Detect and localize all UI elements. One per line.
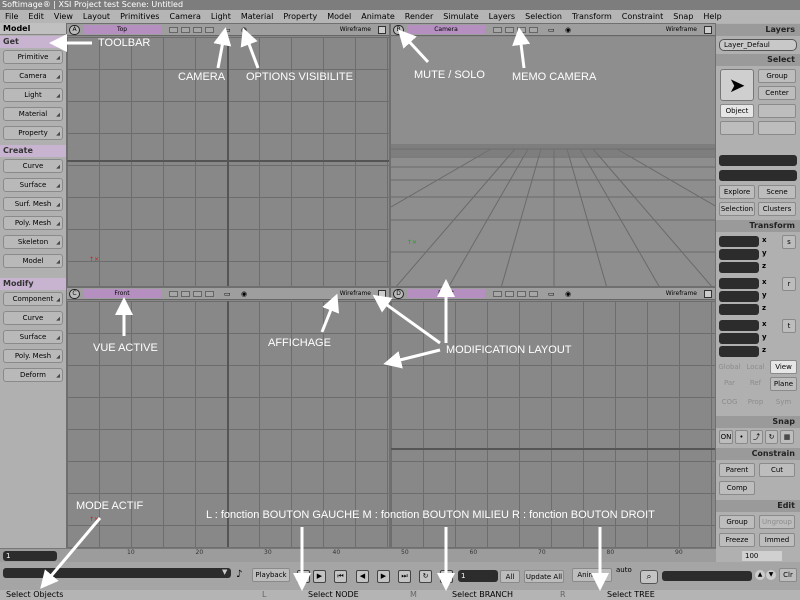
annotation-camera: CAMERA	[178, 71, 226, 83]
annotation-display: AFFICHAGE	[268, 337, 331, 349]
annotation-options: OPTIONS VISIBILITE	[246, 71, 353, 83]
annotation-buttons: L : fonction BOUTON GAUCHE M : fonction …	[206, 509, 655, 521]
annotation-mute: MUTE / SOLO	[414, 69, 485, 81]
annotation-layout: MODIFICATION LAYOUT	[446, 344, 572, 356]
annotation-mode: MODE ACTIF	[76, 500, 144, 512]
annotation-active-view: VUE ACTIVE	[93, 342, 158, 354]
annotation-toolbar: TOOLBAR	[98, 37, 151, 49]
annotation-memo: MEMO CAMERA	[512, 71, 597, 83]
